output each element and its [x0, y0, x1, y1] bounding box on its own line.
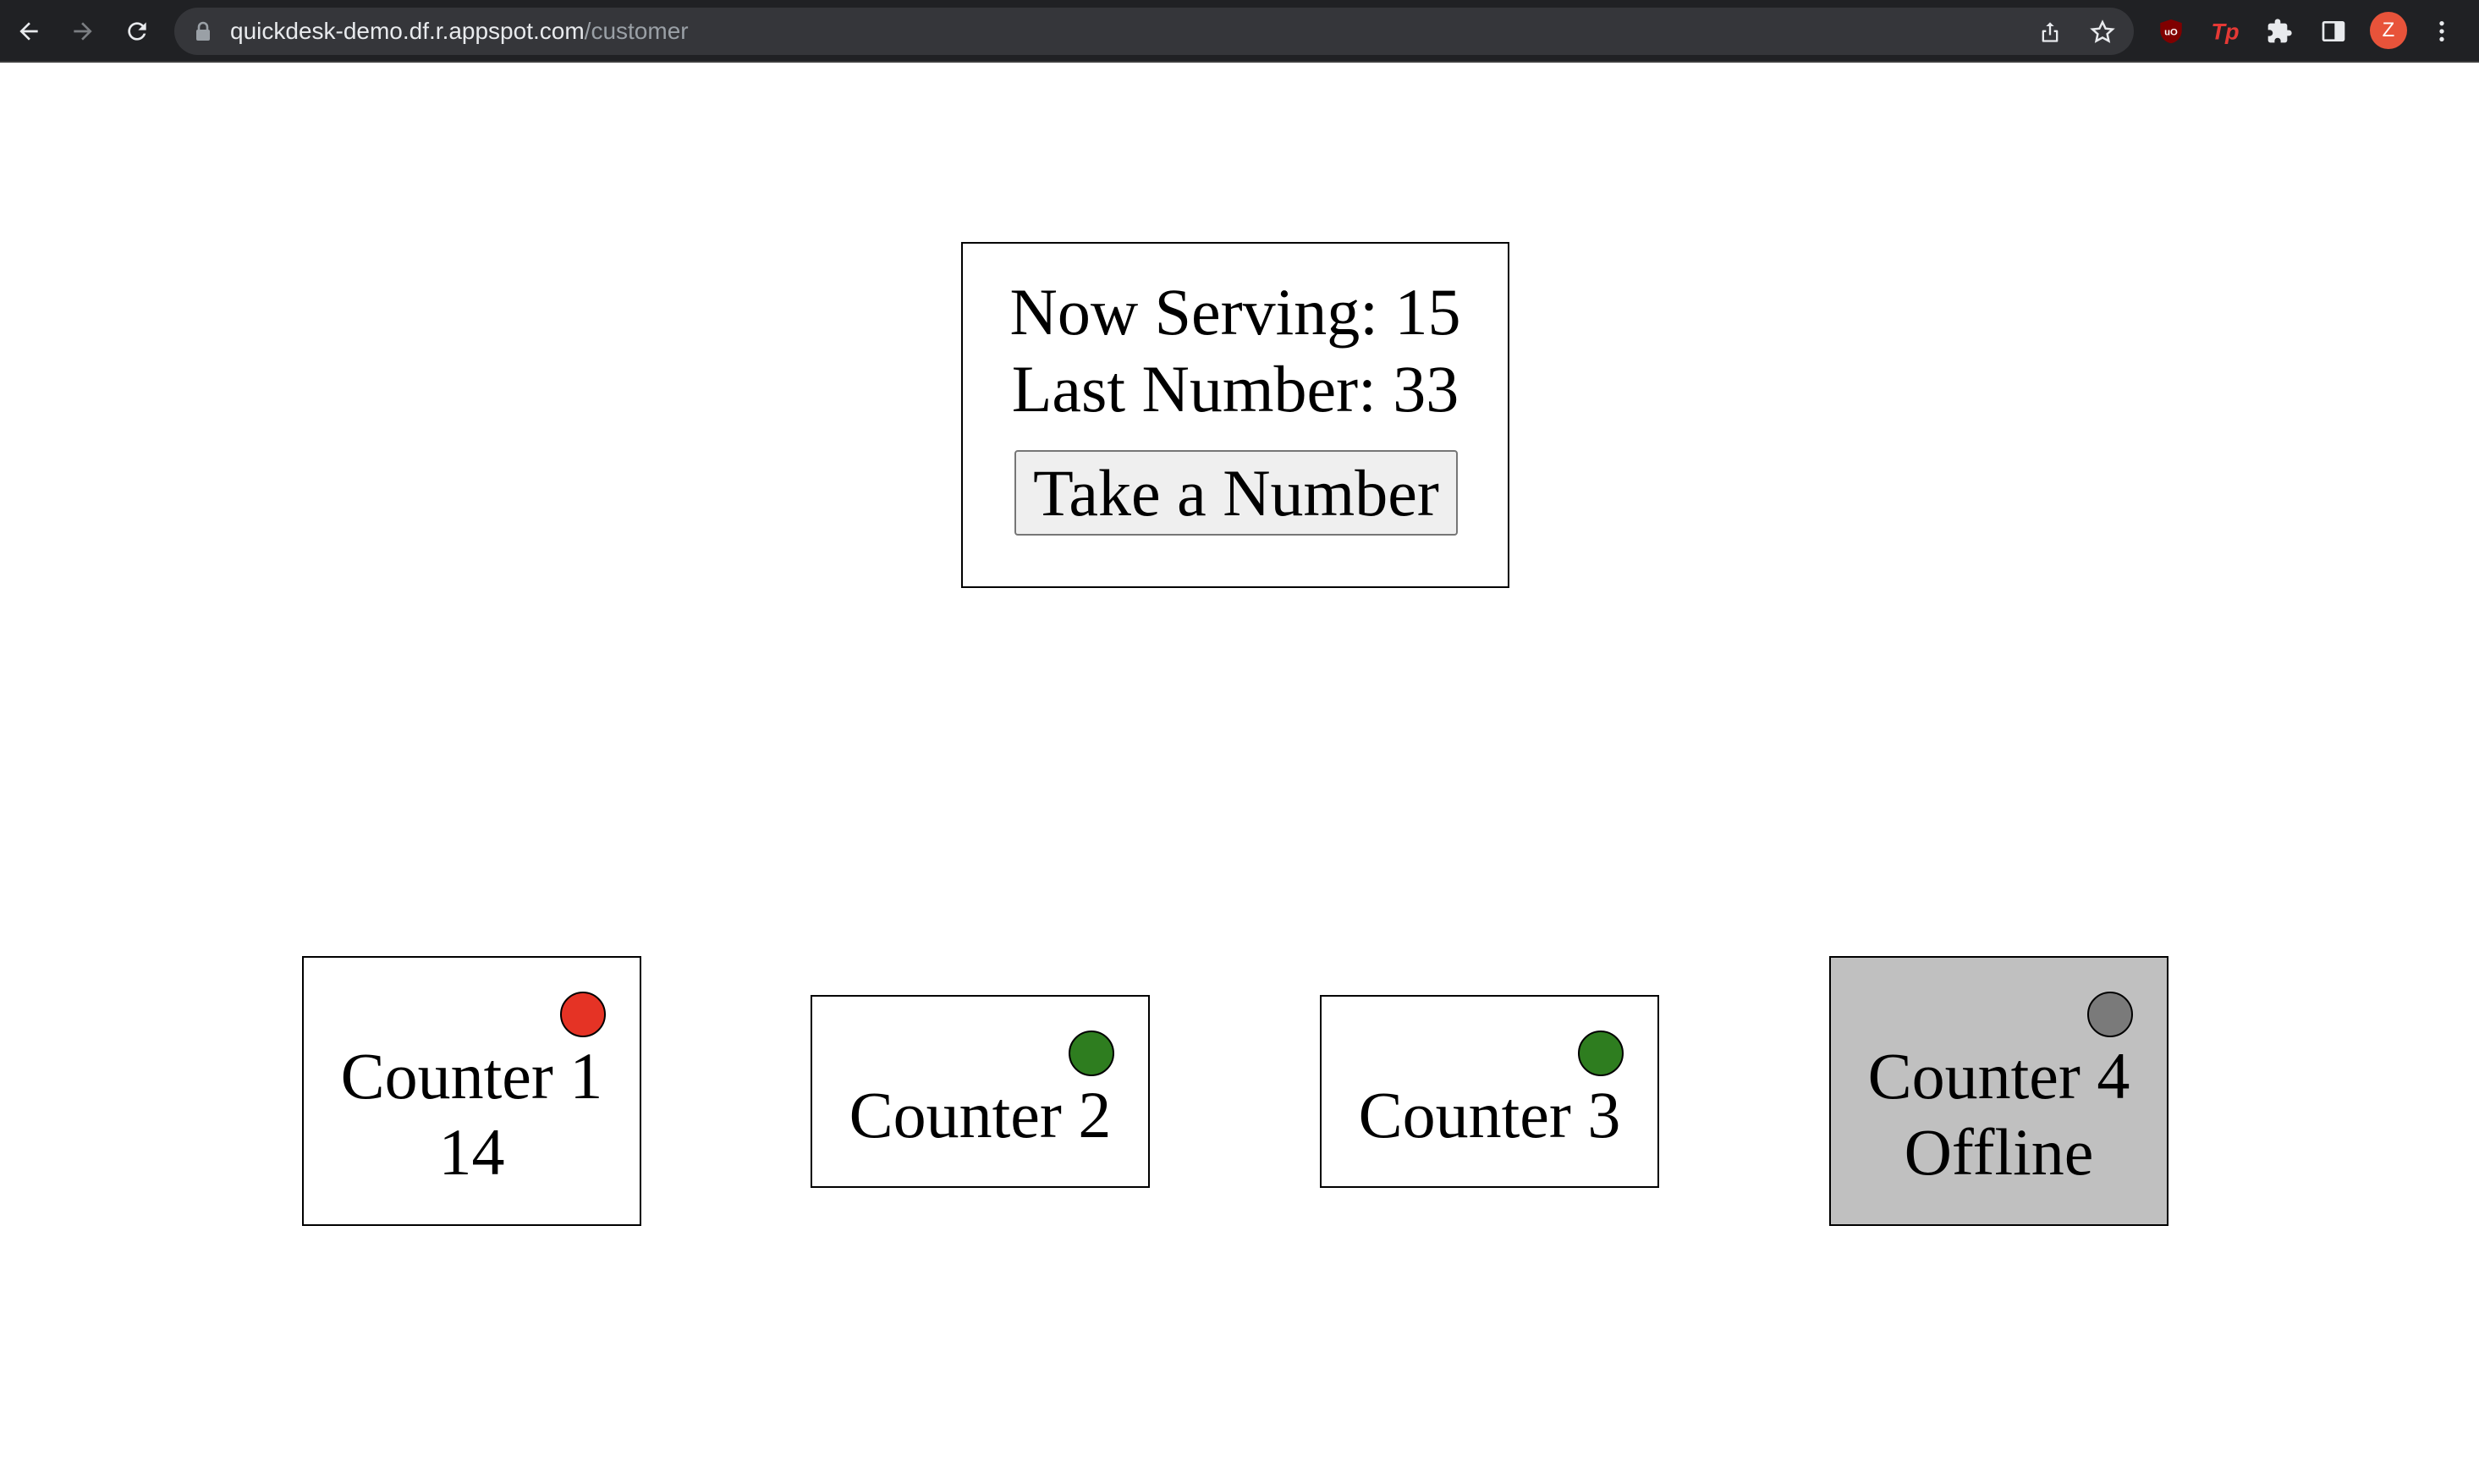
now-serving-panel: Now Serving: 15 Last Number: 33 Take a N…: [961, 242, 1509, 588]
ublock-shield-icon: uO: [2160, 19, 2182, 44]
url-host: quickdesk-demo.df.r.appspot.com: [230, 18, 585, 44]
counter-offline-label: Offline: [1904, 1115, 2094, 1189]
share-button[interactable]: [2036, 18, 2064, 47]
address-bar[interactable]: quickdesk-demo.df.r.appspot.com/customer: [174, 8, 2134, 55]
counter-card-2: Counter 2: [811, 995, 1150, 1188]
counter-status-available-indicator: [1069, 1031, 1114, 1076]
star-icon: [2090, 19, 2115, 43]
tp-logo-icon: Tp: [2211, 18, 2239, 44]
reload-button[interactable]: [120, 14, 154, 48]
svg-text:uO: uO: [2164, 27, 2178, 37]
url-text[interactable]: quickdesk-demo.df.r.appspot.com/customer: [230, 8, 689, 55]
counter-serving-number: 14: [438, 1115, 505, 1189]
forward-button[interactable]: [66, 14, 100, 48]
extensions-button[interactable]: [2262, 14, 2296, 48]
browser-menu-button[interactable]: [2425, 14, 2459, 48]
counter-status-available-indicator: [1578, 1031, 1624, 1076]
counter-name: Counter 1: [340, 1039, 603, 1113]
back-button[interactable]: [12, 14, 46, 48]
counter-status-busy-indicator: [560, 992, 606, 1037]
browser-toolbar: quickdesk-demo.df.r.appspot.com/customer…: [0, 0, 2479, 63]
url-path: /customer: [584, 18, 689, 44]
share-icon: [2042, 22, 2059, 42]
counter-name: Counter 3: [1358, 1078, 1621, 1151]
back-arrow-icon: [19, 22, 38, 41]
reload-icon: [128, 22, 146, 41]
side-panel-icon: [2322, 21, 2345, 41]
kebab-menu-icon: [2439, 21, 2444, 41]
counter-name: Counter 2: [849, 1078, 1112, 1151]
ublock-extension-button[interactable]: uO: [2154, 14, 2188, 48]
now-serving-text: Now Serving: 15: [1009, 275, 1461, 349]
counter-card-4: Counter 4 Offline: [1829, 956, 2168, 1226]
counter-name: Counter 4: [1867, 1039, 2130, 1113]
counter-card-3: Counter 3: [1320, 995, 1659, 1188]
profile-avatar[interactable]: Z: [2370, 12, 2407, 49]
take-a-number-button[interactable]: Take a Number: [1014, 450, 1458, 536]
bookmark-button[interactable]: [2088, 18, 2117, 47]
svg-text:Tp: Tp: [2211, 18, 2239, 44]
tp-extension-button[interactable]: Tp: [2208, 14, 2242, 48]
last-number-text: Last Number: 33: [1011, 352, 1459, 426]
side-panel-button[interactable]: [2317, 14, 2350, 48]
counter-card-1: Counter 1 14: [302, 956, 641, 1226]
puzzle-icon: [2267, 19, 2292, 43]
lock-icon: [196, 21, 210, 41]
forward-arrow-icon: [74, 22, 92, 41]
counter-status-offline-indicator: [2087, 992, 2133, 1037]
